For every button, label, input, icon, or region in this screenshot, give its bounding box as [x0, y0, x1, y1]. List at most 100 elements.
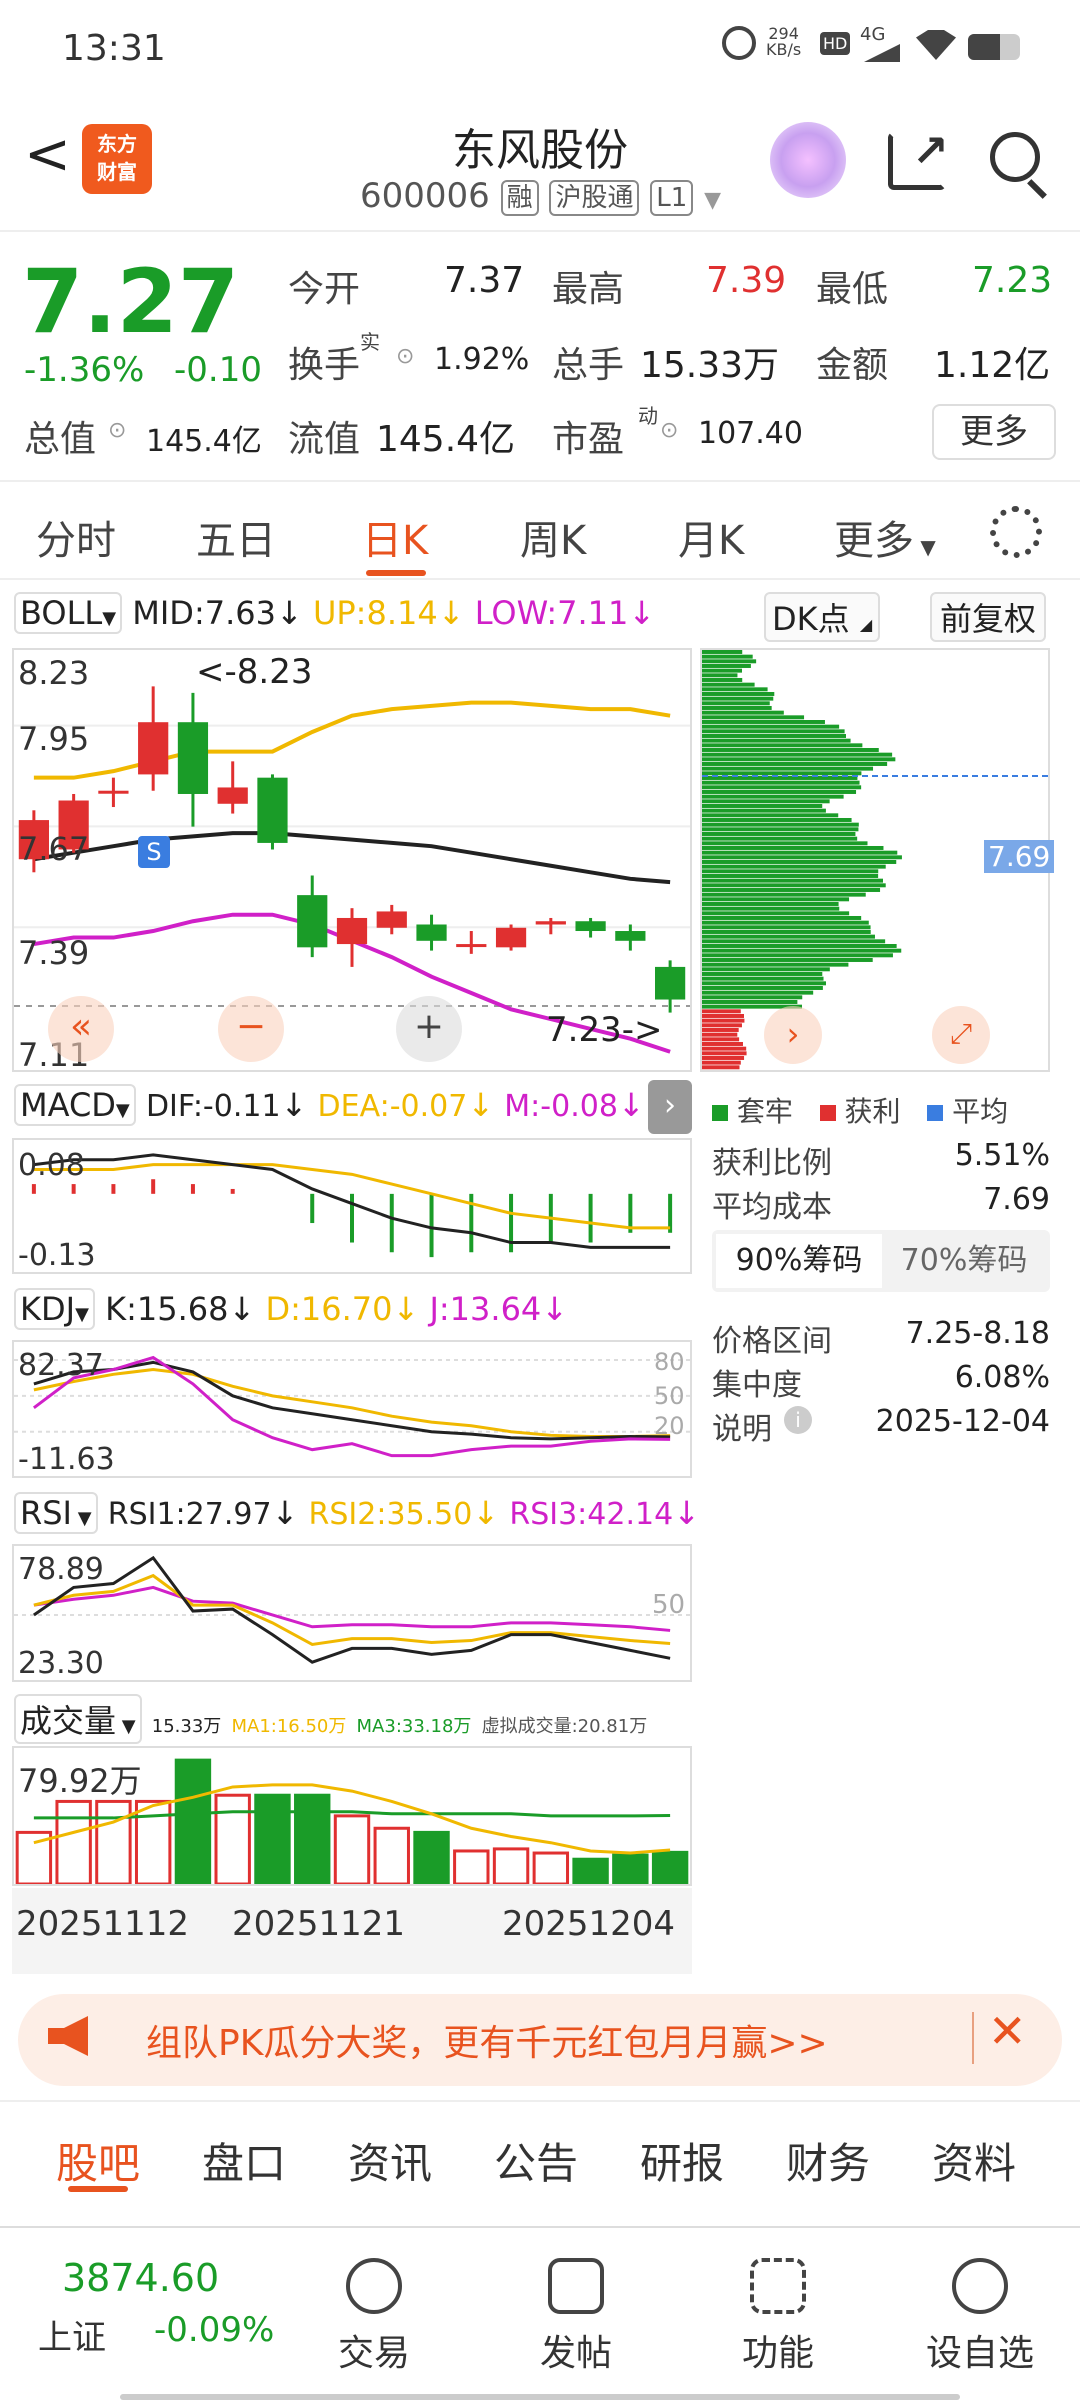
chip-bar — [702, 701, 770, 706]
tab-week-k[interactable]: 周K — [520, 508, 586, 566]
macd-selector[interactable]: MACD▼ — [14, 1084, 136, 1126]
tab-90-chips[interactable]: 90%筹码 — [716, 1234, 882, 1288]
chip-bar — [702, 934, 875, 939]
chip-bar — [702, 734, 846, 738]
kdj-chart[interactable]: 82.37 -11.63 80 50 20 — [12, 1340, 692, 1478]
tab-minute[interactable]: 分时 — [36, 508, 116, 566]
edit-icon — [548, 2258, 604, 2314]
chip-bar — [702, 1014, 744, 1018]
trade-button[interactable]: 交易 — [294, 2258, 454, 2376]
info-dots-icon[interactable]: ⊙ — [660, 418, 678, 443]
avg-cost-label: 平均成本 — [712, 1190, 832, 1225]
chip-bar — [702, 906, 840, 911]
chip-bar — [702, 911, 850, 916]
macd-dea: DEA:-0.07 — [317, 1089, 468, 1124]
chip-distribution[interactable]: 7.69 › ⤢ — [700, 648, 1055, 1072]
axis-label: 82.37 — [18, 1348, 104, 1383]
tab-profile[interactable]: 资料 — [932, 2130, 1016, 2191]
chevron-right-icon[interactable]: › — [648, 1080, 692, 1134]
more-button[interactable]: 更多 — [932, 404, 1056, 460]
chip-bar — [702, 1009, 741, 1014]
macd-m: M:-0.08 — [504, 1089, 618, 1124]
float-cap-label: 流值 — [288, 419, 361, 460]
info-dots-icon[interactable]: ⊙ — [396, 344, 414, 369]
profit-ratio-label: 获利比例 — [712, 1146, 832, 1181]
chip-bar — [702, 752, 893, 757]
scroll-left-button[interactable]: « — [48, 996, 114, 1062]
signal-bars-icon — [864, 44, 900, 62]
total-cap-label: 总值 — [24, 419, 97, 460]
tab-day-k[interactable]: 日K — [362, 508, 428, 566]
zoom-in-button[interactable]: + — [396, 996, 462, 1062]
kline-chart[interactable]: 8.23 7.95 7.67 7.39 7.11 <-8.23 7.23-> S… — [12, 648, 692, 1074]
range-value: 7.25-8.18 — [905, 1316, 1050, 1351]
tab-guba[interactable]: 股吧 — [56, 2130, 140, 2191]
chevron-right-icon[interactable]: › — [764, 1006, 822, 1064]
vol-value: 15.33万 — [151, 1716, 222, 1737]
kdj-svg — [14, 1355, 690, 1458]
info-icon[interactable]: i — [784, 1406, 812, 1434]
macd-dif: DIF:-0.11 — [145, 1089, 281, 1124]
tab-pankou[interactable]: 盘口 — [202, 2130, 286, 2191]
tab-70-chips[interactable]: 70%筹码 — [884, 1234, 1044, 1288]
chevron-down-icon[interactable]: ▼ — [704, 188, 721, 213]
boll-selector[interactable]: BOLL▼ — [14, 592, 123, 634]
volume-bar — [254, 1793, 291, 1886]
chip-bar — [702, 715, 805, 720]
chip-bar — [702, 939, 886, 944]
search-icon[interactable] — [990, 132, 1040, 182]
tab-research[interactable]: 研报 — [640, 2130, 724, 2191]
chip-bar — [702, 743, 863, 748]
chip-bar — [702, 892, 866, 897]
macd-svg — [31, 1153, 673, 1258]
macd-chart[interactable]: 0.08 -0.13 — [12, 1138, 692, 1274]
add-watchlist-button[interactable]: 设自选 — [900, 2258, 1060, 2376]
tab-more[interactable]: 更多 ▼ — [834, 508, 936, 566]
volume-selector[interactable]: 成交量 ▼ — [14, 1694, 142, 1744]
gear-icon[interactable] — [990, 506, 1042, 558]
content-tabs: 股吧 盘口 资讯 公告 研报 财务 资料 — [0, 2100, 1080, 2200]
change-pct: -1.36% — [24, 350, 145, 390]
close-icon[interactable]: ✕ — [988, 2004, 1027, 2058]
chip-bar — [702, 1000, 798, 1004]
rsi-svg — [14, 1555, 690, 1664]
rsi-selector[interactable]: RSI ▼ — [14, 1492, 98, 1534]
info-dots-icon[interactable]: ⊙ — [108, 418, 126, 443]
kdj-selector[interactable]: KDJ▼ — [14, 1288, 95, 1330]
zoom-out-button[interactable]: − — [218, 996, 284, 1062]
chip-bar — [702, 1023, 742, 1028]
tab-announcement[interactable]: 公告 — [494, 2130, 578, 2191]
chip-bar — [702, 790, 857, 794]
sell-mark[interactable]: S — [138, 836, 170, 868]
volume-bar — [453, 1849, 490, 1886]
chip-bar — [702, 850, 898, 855]
index-value[interactable]: 3874.60 — [62, 2256, 219, 2300]
stock-code-row: 600006 融 沪股通 L1 ▼ — [360, 176, 721, 216]
more-dots-icon — [952, 2258, 1008, 2314]
open-label: 今开 — [288, 269, 361, 310]
axis-label: -0.13 — [18, 1238, 96, 1273]
boll-up: UP:8.14 — [312, 594, 438, 632]
rsi-chart[interactable]: 78.89 23.30 50 — [12, 1544, 692, 1682]
tab-month-k[interactable]: 月K — [678, 508, 744, 566]
period-tabs: 分时 五日 日K 周K 月K 更多 ▼ — [0, 480, 1080, 580]
chip-bar — [702, 972, 823, 976]
promo-banner[interactable]: 组队PK瓜分大奖，更有千元红包月月赢>> ✕ — [18, 1994, 1062, 2086]
stock-code: 600006 — [360, 176, 490, 216]
pe-label: 市盈 — [552, 419, 625, 460]
tab-five-day[interactable]: 五日 — [196, 508, 276, 566]
adjust-selector[interactable]: 前复权 — [930, 592, 1047, 642]
volume-chart[interactable]: 79.92万 — [12, 1746, 692, 1886]
tab-finance[interactable]: 财务 — [786, 2130, 870, 2191]
banner-text[interactable]: 组队PK瓜分大奖，更有千元红包月月赢>> — [146, 2014, 828, 2066]
chip-bar — [702, 818, 852, 822]
post-button[interactable]: 发帖 — [496, 2258, 656, 2376]
expand-icon[interactable]: ⤢ — [932, 1006, 990, 1064]
search-handle-icon — [1027, 179, 1047, 199]
assistant-avatar-icon[interactable] — [770, 122, 846, 198]
tab-news[interactable]: 资讯 — [348, 2130, 432, 2191]
chip-bar — [702, 1042, 743, 1046]
functions-button[interactable]: 功能 — [698, 2258, 858, 2376]
chip-bar — [702, 1051, 747, 1056]
dk-point-selector[interactable]: DK点 ◢ — [764, 592, 881, 642]
